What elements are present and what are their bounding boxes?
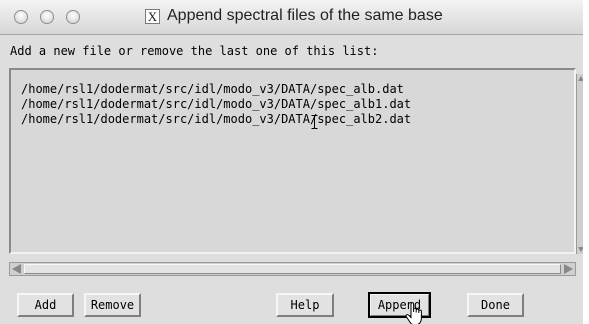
dialog-window: X Append spectral files of the same base… bbox=[0, 0, 583, 324]
close-icon[interactable] bbox=[14, 10, 28, 24]
list-item[interactable]: /home/rsl1/dodermat/src/idl/modo_v3/DATA… bbox=[21, 97, 411, 112]
remove-button[interactable]: Remove bbox=[84, 293, 141, 317]
hand-pointer-icon bbox=[405, 302, 422, 324]
add-button[interactable]: Add bbox=[17, 293, 74, 317]
scroll-right-icon[interactable] bbox=[564, 264, 573, 274]
instruction-label: Add a new file or remove the last one of… bbox=[10, 44, 379, 58]
zoom-icon[interactable] bbox=[66, 10, 80, 24]
list-item[interactable]: /home/rsl1/dodermat/src/idl/modo_v3/DATA… bbox=[21, 82, 411, 97]
file-list-items: /home/rsl1/dodermat/src/idl/modo_v3/DATA… bbox=[21, 82, 411, 127]
window-edge bbox=[583, 0, 589, 324]
minimize-icon[interactable] bbox=[40, 10, 54, 24]
ibeam-cursor-icon bbox=[311, 115, 318, 129]
help-button[interactable]: Help bbox=[276, 293, 334, 317]
scroll-left-icon[interactable] bbox=[12, 264, 21, 274]
done-button[interactable]: Done bbox=[467, 293, 524, 317]
x11-app-icon: X bbox=[145, 9, 160, 24]
title-bar[interactable]: X Append spectral files of the same base bbox=[0, 0, 583, 35]
file-list[interactable]: /home/rsl1/dodermat/src/idl/modo_v3/DATA… bbox=[9, 68, 576, 254]
list-item[interactable]: /home/rsl1/dodermat/src/idl/modo_v3/DATA… bbox=[21, 112, 411, 127]
window-title: Append spectral files of the same base bbox=[167, 7, 443, 24]
vertical-scrollbar[interactable] bbox=[576, 74, 583, 254]
horizontal-scrollbar[interactable] bbox=[9, 262, 576, 276]
scrollbar-thumb[interactable] bbox=[24, 264, 561, 274]
